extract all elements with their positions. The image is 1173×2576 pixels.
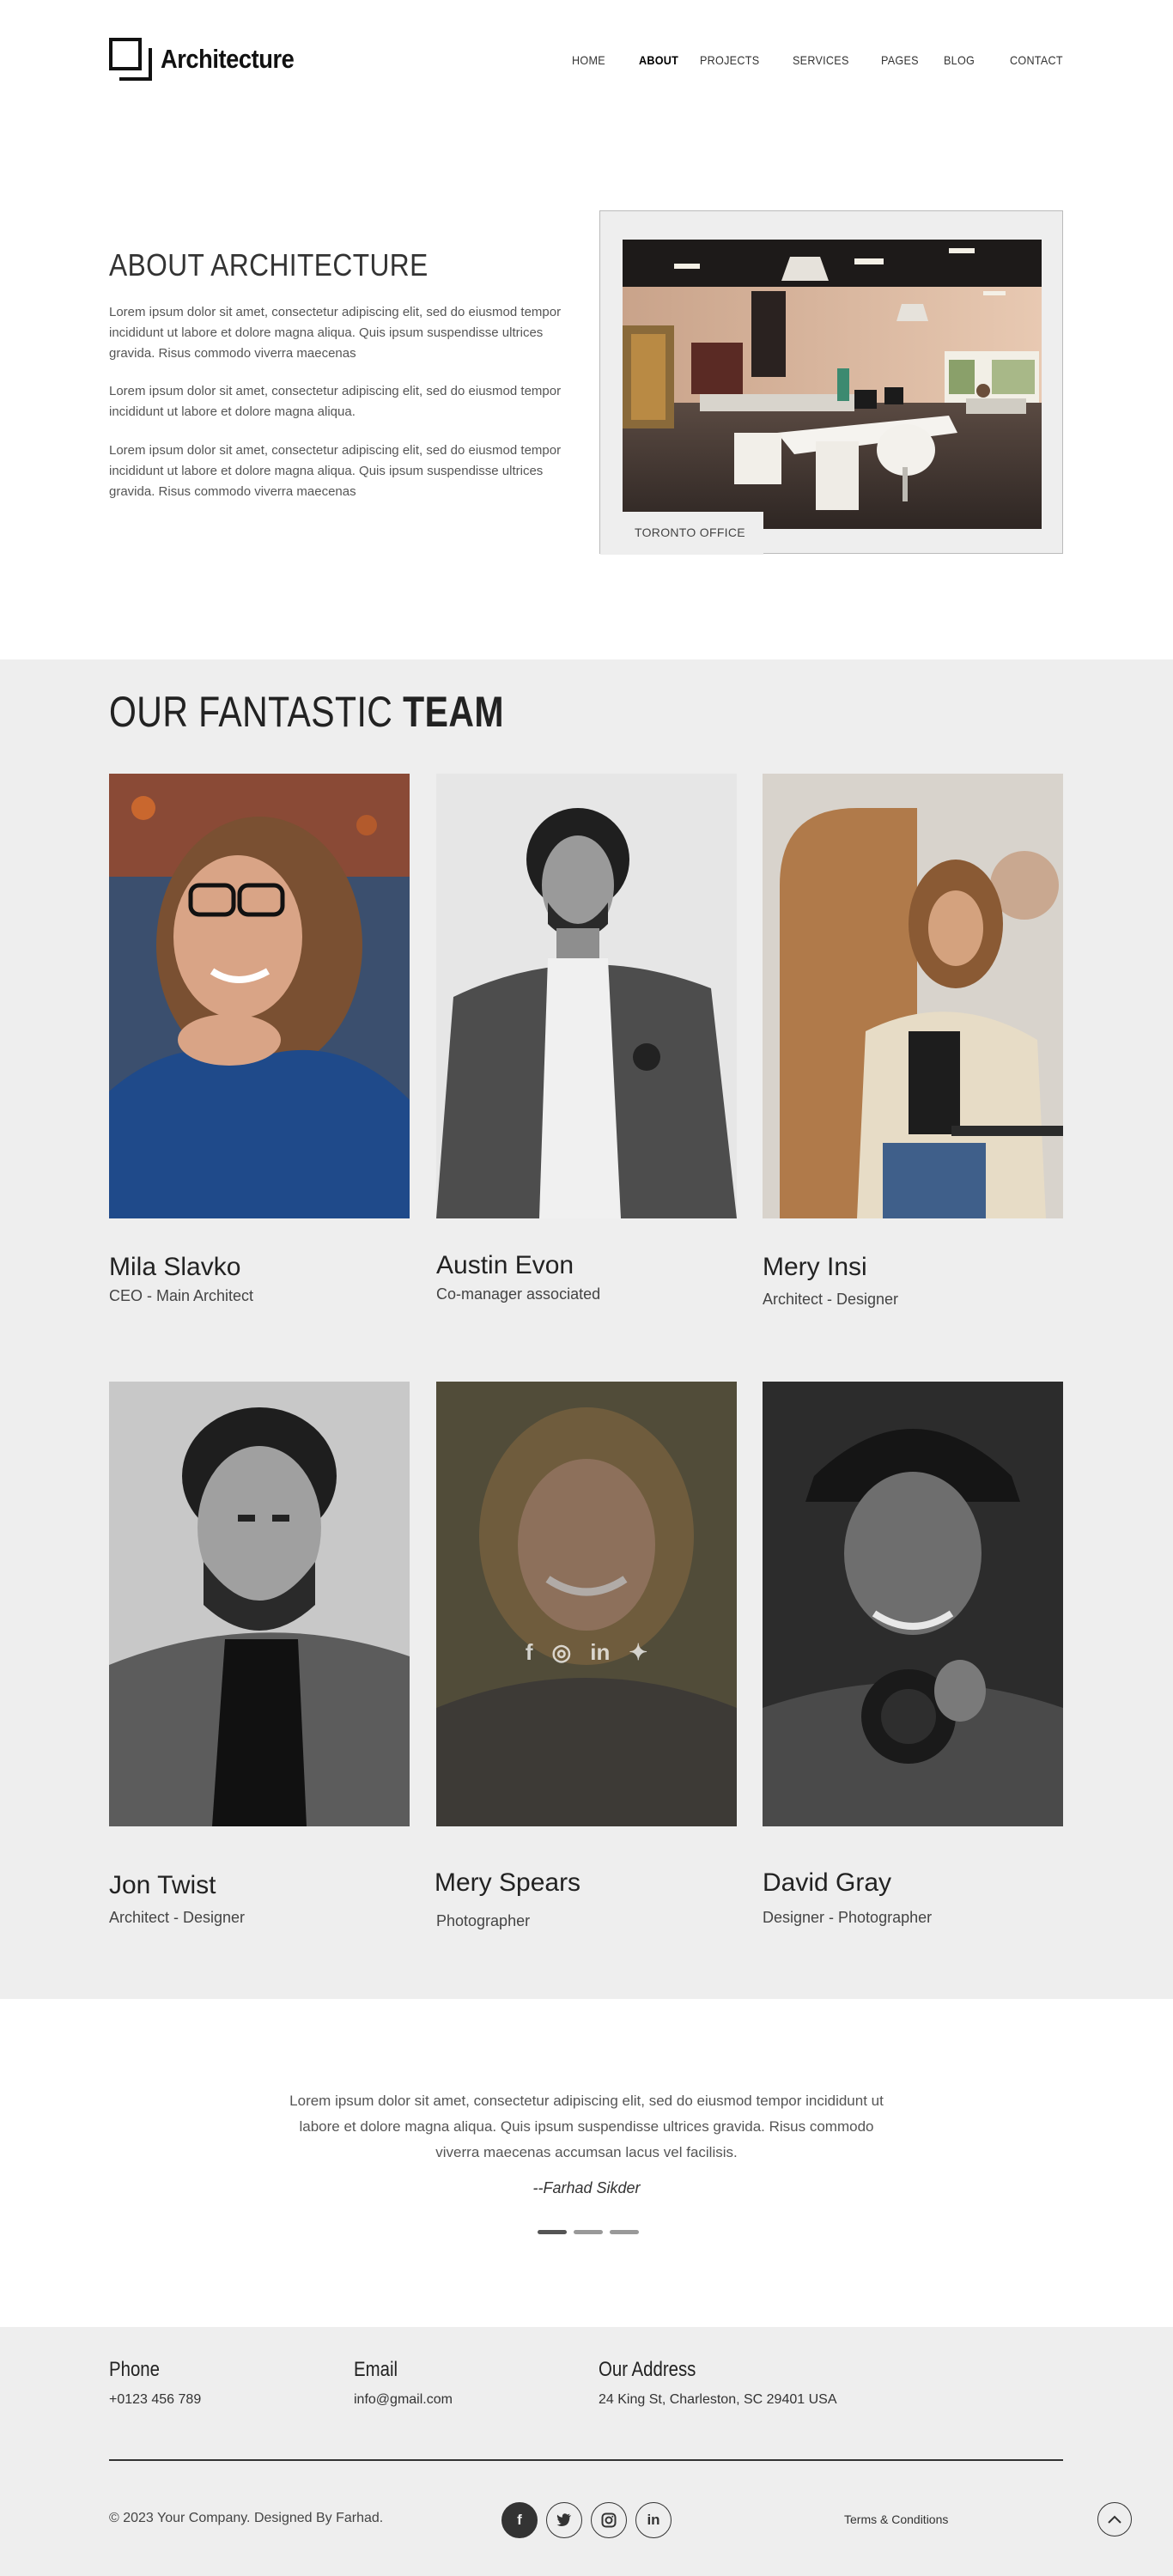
facebook-icon[interactable]: f [501,2502,538,2538]
footer-divider [109,2459,1063,2461]
team-photo-mery-spears[interactable]: f ◎ in ✦ [436,1382,737,1826]
address-label: Our Address [599,2358,696,2381]
instagram-icon[interactable]: ◎ [552,1639,572,1666]
terms-link[interactable]: Terms & Conditions [844,2512,948,2526]
team-section: OUR FANTASTIC TEAM Mila Slavko CEO - Mai… [0,659,1173,1999]
site-header: Architecture HOME ABOUT PROJECTS SERVICE… [0,0,1173,120]
team-name: David Gray [763,1868,892,1897]
team-photo-david[interactable] [763,1382,1063,1826]
main-nav: HOME ABOUT PROJECTS SERVICES PAGES BLOG … [0,53,1173,70]
footer-address: Our Address 24 King St, Charleston, SC 2… [599,2358,837,2408]
twitter-icon[interactable]: ✦ [629,1639,647,1666]
nav-services[interactable]: SERVICES [793,53,849,67]
twitter-icon[interactable] [546,2502,582,2538]
team-role: CEO - Main Architect [109,1287,254,1304]
slider-dots [538,2230,639,2234]
footer-phone: Phone +0123 456 789 [109,2358,201,2408]
team-name: Jon Twist [109,1871,216,1899]
office-photo-frame: TORONTO OFFICE [599,210,1063,555]
phone-value[interactable]: +0123 456 789 [109,2392,201,2408]
phone-label: Phone [109,2358,160,2381]
team-role: Co-manager associated [436,1285,601,1303]
slider-dot[interactable] [610,2230,639,2234]
team-role: Photographer [436,1912,531,1929]
team-heading: OUR FANTASTIC TEAM [109,688,504,736]
back-to-top-icon[interactable] [1097,2502,1132,2537]
team-photo-jon[interactable] [109,1382,410,1826]
footer-social: f in [501,2502,672,2538]
linkedin-icon[interactable]: in [635,2502,672,2538]
email-label: Email [354,2358,398,2381]
team-role: Designer - Photographer [763,1909,933,1926]
instagram-icon[interactable] [591,2502,627,2538]
team-name: Austin Evon [436,1251,574,1279]
address-value: 24 King St, Charleston, SC 29401 USA [599,2392,837,2407]
slider-dot[interactable] [538,2230,567,2234]
team-name: Mila Slavko [109,1253,241,1281]
nav-blog[interactable]: BLOG [944,53,975,67]
email-value[interactable]: info@gmail.com [354,2392,453,2408]
testimonial-author: --Farhad Sikder [532,2179,641,2196]
facebook-icon[interactable]: f [526,1639,533,1666]
linkedin-icon[interactable]: in [590,1639,610,1666]
team-social-overlay: f ◎ in ✦ [436,1639,737,1666]
team-photo-mery-insi[interactable] [763,774,1063,1218]
about-paragraph-3: Lorem ipsum dolor sit amet, consectetur … [109,443,562,499]
nav-pages[interactable]: PAGES [881,53,919,67]
nav-contact[interactable]: CONTACT [1010,53,1063,67]
nav-projects[interactable]: PROJECTS [700,53,759,67]
nav-home[interactable]: HOME [572,53,605,67]
photo-caption: TORONTO OFFICE [600,512,763,555]
about-paragraph-2: Lorem ipsum dolor sit amet, consectetur … [109,384,562,419]
team-role: Architect - Designer [109,1909,246,1926]
footer-email: Email info@gmail.com [354,2358,453,2408]
slider-dot[interactable] [574,2230,603,2234]
team-role: Architect - Designer [763,1291,899,1308]
testimonial-text: Lorem ipsum dolor sit amet, consectetur … [289,2093,884,2160]
team-name: Mery Insi [763,1253,867,1281]
site-footer: Phone +0123 456 789 Email info@gmail.com… [0,2327,1173,2576]
about-title: ABOUT ARCHITECTURE [109,247,428,283]
team-name: Mery Spears [435,1868,581,1897]
team-photo-austin[interactable] [436,774,737,1218]
copyright: © 2023 Your Company. Designed By Farhad. [109,2511,384,2525]
office-photo [623,240,1042,529]
team-photo-mila[interactable] [109,774,410,1218]
about-paragraph-1: Lorem ipsum dolor sit amet, consectetur … [109,305,562,361]
nav-about[interactable]: ABOUT [639,53,678,67]
